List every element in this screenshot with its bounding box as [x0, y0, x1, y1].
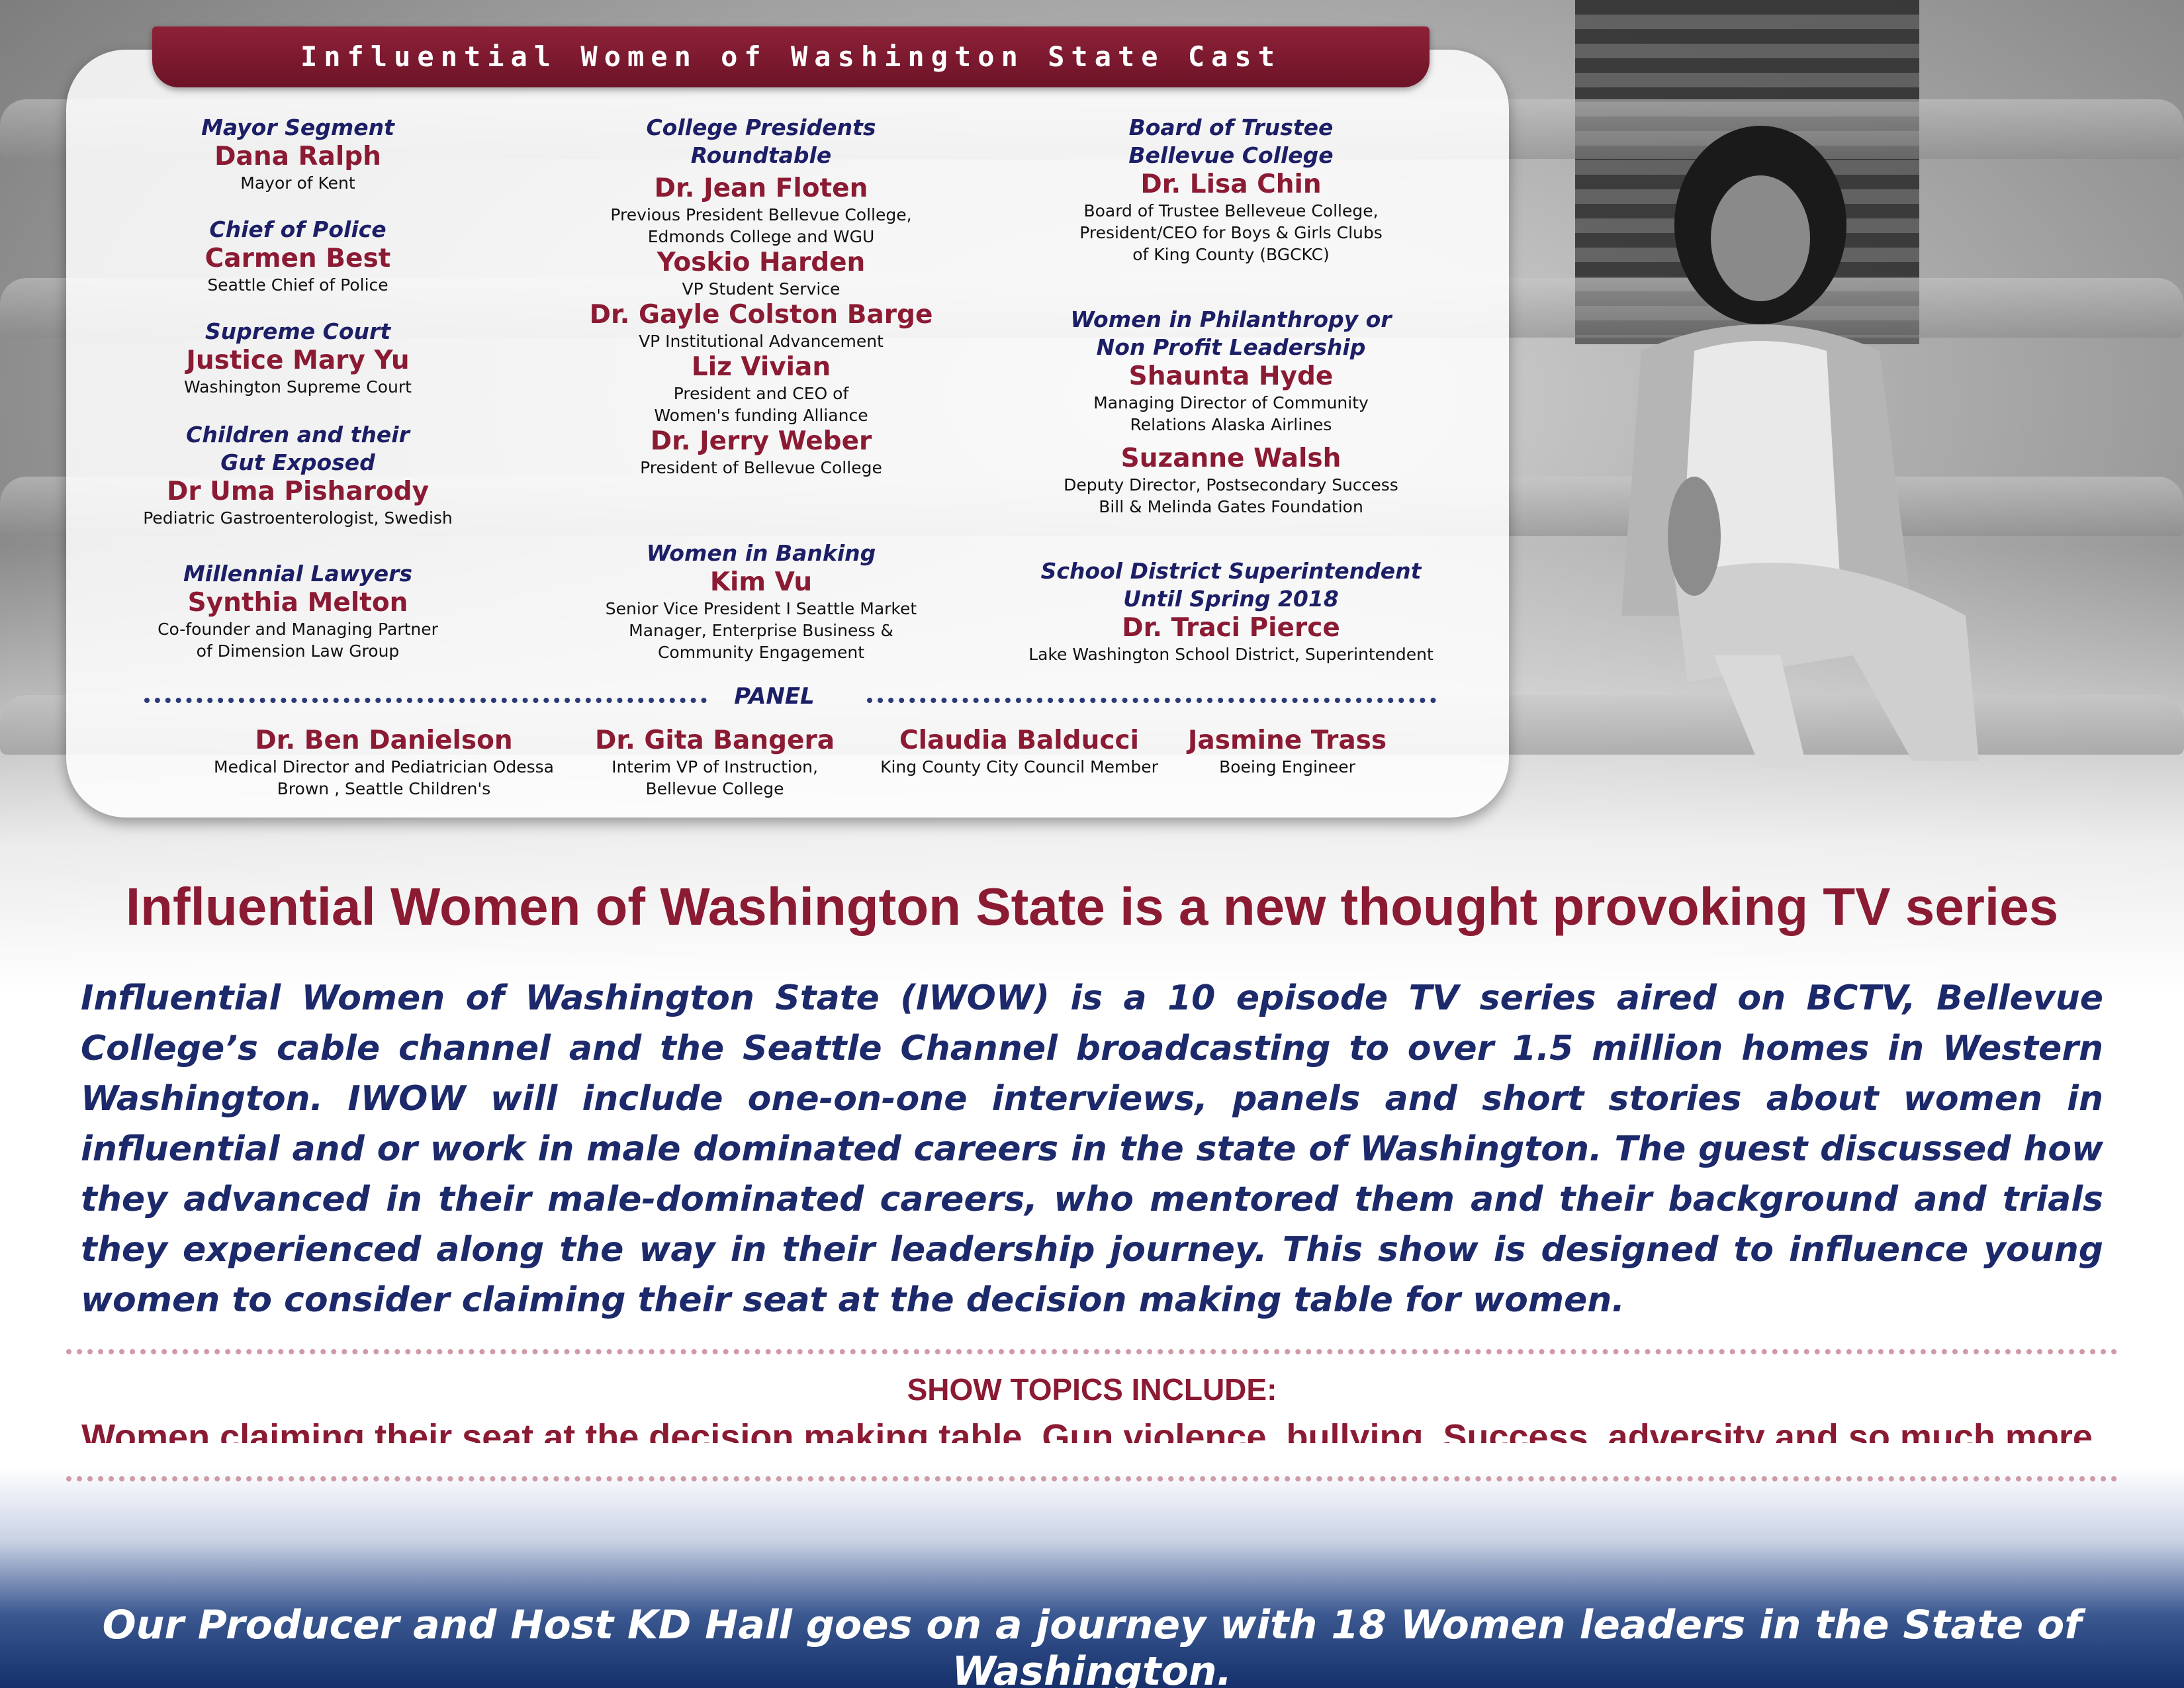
cast-name: Dr. Traci Pierce — [1122, 613, 1340, 643]
panel-divider-left — [144, 698, 707, 703]
cast-entry-banking: Women in Banking Kim Vu Senior Vice Pres… — [556, 539, 966, 663]
panel-member: Claudia Balducci King County City Counci… — [860, 726, 1178, 778]
cast-entry-lawyers: Millennial Lawyers Synthia Melton Co-fou… — [113, 560, 483, 662]
cast-desc: Interim VP of Instruction, — [612, 757, 818, 776]
cast-desc: Senior Vice President I Seattle Market — [605, 599, 917, 618]
flyer: Influential Women of Washington State Ca… — [0, 0, 2184, 1688]
cast-name: Dr. Lisa Chin — [1140, 169, 1322, 199]
cast-desc: Mayor of Kent — [240, 173, 355, 193]
category-label: Roundtable — [690, 142, 832, 168]
panel-member: Dr. Ben Danielson Medical Director and P… — [185, 726, 582, 800]
cast-desc: Washington Supreme Court — [184, 377, 412, 397]
cast-name: Carmen Best — [205, 244, 391, 273]
cast-desc: of King County (BGCKC) — [1132, 245, 1330, 264]
divider-top — [66, 1349, 2118, 1354]
cast-desc: Medical Director and Pediatrician Odessa — [214, 757, 554, 776]
cast-desc: Brown , Seattle Children's — [277, 779, 491, 798]
cast-desc: Relations Alaska Airlines — [1130, 415, 1332, 434]
category-label: College Presidents — [646, 115, 876, 140]
cast-name: Justice Mary Yu — [186, 346, 410, 375]
cast-name: Dana Ralph — [214, 142, 381, 171]
category-label: Board of Trustee — [1128, 115, 1334, 140]
cast-desc: Deputy Director, Postsecondary Success — [1064, 475, 1398, 494]
cast-name: Claudia Balducci — [899, 726, 1139, 755]
cast-name: Dr. Ben Danielson — [255, 726, 513, 755]
cast-entry-police: Chief of Police Carmen Best Seattle Chie… — [119, 216, 477, 296]
cast-desc: Edmonds College and WGU — [647, 227, 875, 246]
panel-divider-right — [867, 698, 1436, 703]
cast-name: Synthia Melton — [187, 588, 408, 618]
category-label: Mayor Segment — [201, 115, 394, 140]
cast-desc: Managing Director of Community — [1093, 393, 1369, 412]
cast-name: Kim Vu — [709, 567, 813, 597]
cast-entry-children: Children and their Gut Exposed Dr Uma Pi… — [99, 421, 496, 529]
cast-desc: of Dimension Law Group — [196, 641, 400, 661]
divider-bottom — [66, 1476, 2118, 1481]
cast-desc: Seattle Chief of Police — [207, 275, 388, 295]
cast-desc: President and CEO of — [673, 384, 849, 403]
category-label: Bellevue College — [1128, 142, 1334, 168]
cast-name: Dr. Jerry Weber — [650, 426, 872, 456]
cast-entry-board-trustee: Board of Trustee Bellevue College Dr. Li… — [993, 114, 1469, 265]
cast-desc: Pediatric Gastroenterologist, Swedish — [143, 508, 453, 528]
category-label: Non Profit Leadership — [1096, 334, 1366, 360]
host-photo — [1621, 126, 1979, 768]
category-label: School District Superintendent — [1040, 558, 1422, 584]
cast-desc: President/CEO for Boys & Girls Clubs — [1079, 223, 1383, 242]
cast-entry-mayor: Mayor Segment Dana Ralph Mayor of Kent — [119, 114, 477, 194]
description-paragraph: Influential Women of Washington State (I… — [81, 978, 2103, 1320]
cast-desc: Community Engagement — [657, 643, 865, 662]
category-label: Women in Banking — [646, 540, 876, 566]
cast-name: Dr. Gayle Colston Barge — [589, 300, 933, 330]
cast-desc: Board of Trustee Belleveue College, — [1083, 201, 1379, 220]
cast-desc: King County City Council Member — [880, 757, 1158, 776]
panel-label: PANEL — [734, 683, 815, 710]
cast-name: Shaunta Hyde — [1128, 361, 1334, 391]
category-label: Chief of Police — [209, 216, 387, 242]
cast-name: Suzanne Walsh — [1120, 444, 1342, 473]
topics-heading: SHOW TOPICS INCLUDE: — [907, 1372, 1277, 1407]
cast-entry-gates-foundation: Suzanne Walsh Deputy Director, Postsecon… — [993, 444, 1469, 518]
cast-desc: Previous President Bellevue College, — [610, 205, 912, 224]
panel-member: Dr. Gita Bangera Interim VP of Instructi… — [589, 726, 841, 800]
footer-tagline: Our Producer and Host KD Hall goes on a … — [102, 1602, 2082, 1688]
category-label: Supreme Court — [205, 318, 391, 344]
cast-desc: Boeing Engineer — [1219, 757, 1355, 776]
category-label: Gut Exposed — [220, 449, 375, 475]
cast-desc: Co-founder and Managing Partner — [158, 620, 438, 639]
cast-desc: VP Institutional Advancement — [639, 332, 884, 351]
headline: Influential Women of Washington State is… — [125, 877, 2059, 936]
panel-member: Jasmine Trass Boeing Engineer — [1185, 726, 1390, 778]
cast-name: Jasmine Trass — [1187, 726, 1387, 755]
cast-entry-supreme-court: Supreme Court Justice Mary Yu Washington… — [119, 318, 477, 398]
cast-name: Yoskio Harden — [657, 248, 866, 277]
cast-desc: VP Student Service — [682, 279, 841, 299]
cast-name: Dr. Gita Bangera — [594, 726, 835, 755]
cast-desc: President of Bellevue College — [640, 458, 882, 477]
cast-name: Dr. Jean Floten — [654, 173, 868, 203]
cast-desc: Bill & Melinda Gates Foundation — [1099, 497, 1363, 516]
cast-desc: Bellevue College — [645, 779, 784, 798]
cast-desc: Women's funding Alliance — [654, 406, 868, 425]
cast-entry-superintendent: School District Superintendent Until Spr… — [993, 557, 1469, 665]
cast-desc: Manager, Enterprise Business & — [629, 621, 893, 640]
cast-name: Dr Uma Pisharody — [167, 477, 429, 506]
category-label: Women in Philanthropy or — [1070, 306, 1392, 332]
cast-desc: Lake Washington School District, Superin… — [1028, 645, 1433, 664]
cast-name: Liz Vivian — [691, 352, 831, 382]
cast-banner: Influential Women of Washington State Ca… — [152, 26, 1430, 87]
category-label: Children and their — [186, 422, 410, 447]
category-label: Millennial Lawyers — [183, 561, 413, 586]
cast-entry-philanthropy: Women in Philanthropy or Non Profit Lead… — [993, 306, 1469, 436]
cast-group-college-presidents: College Presidents Roundtable Dr. Jean F… — [556, 114, 966, 479]
category-label: Until Spring 2018 — [1123, 586, 1339, 612]
